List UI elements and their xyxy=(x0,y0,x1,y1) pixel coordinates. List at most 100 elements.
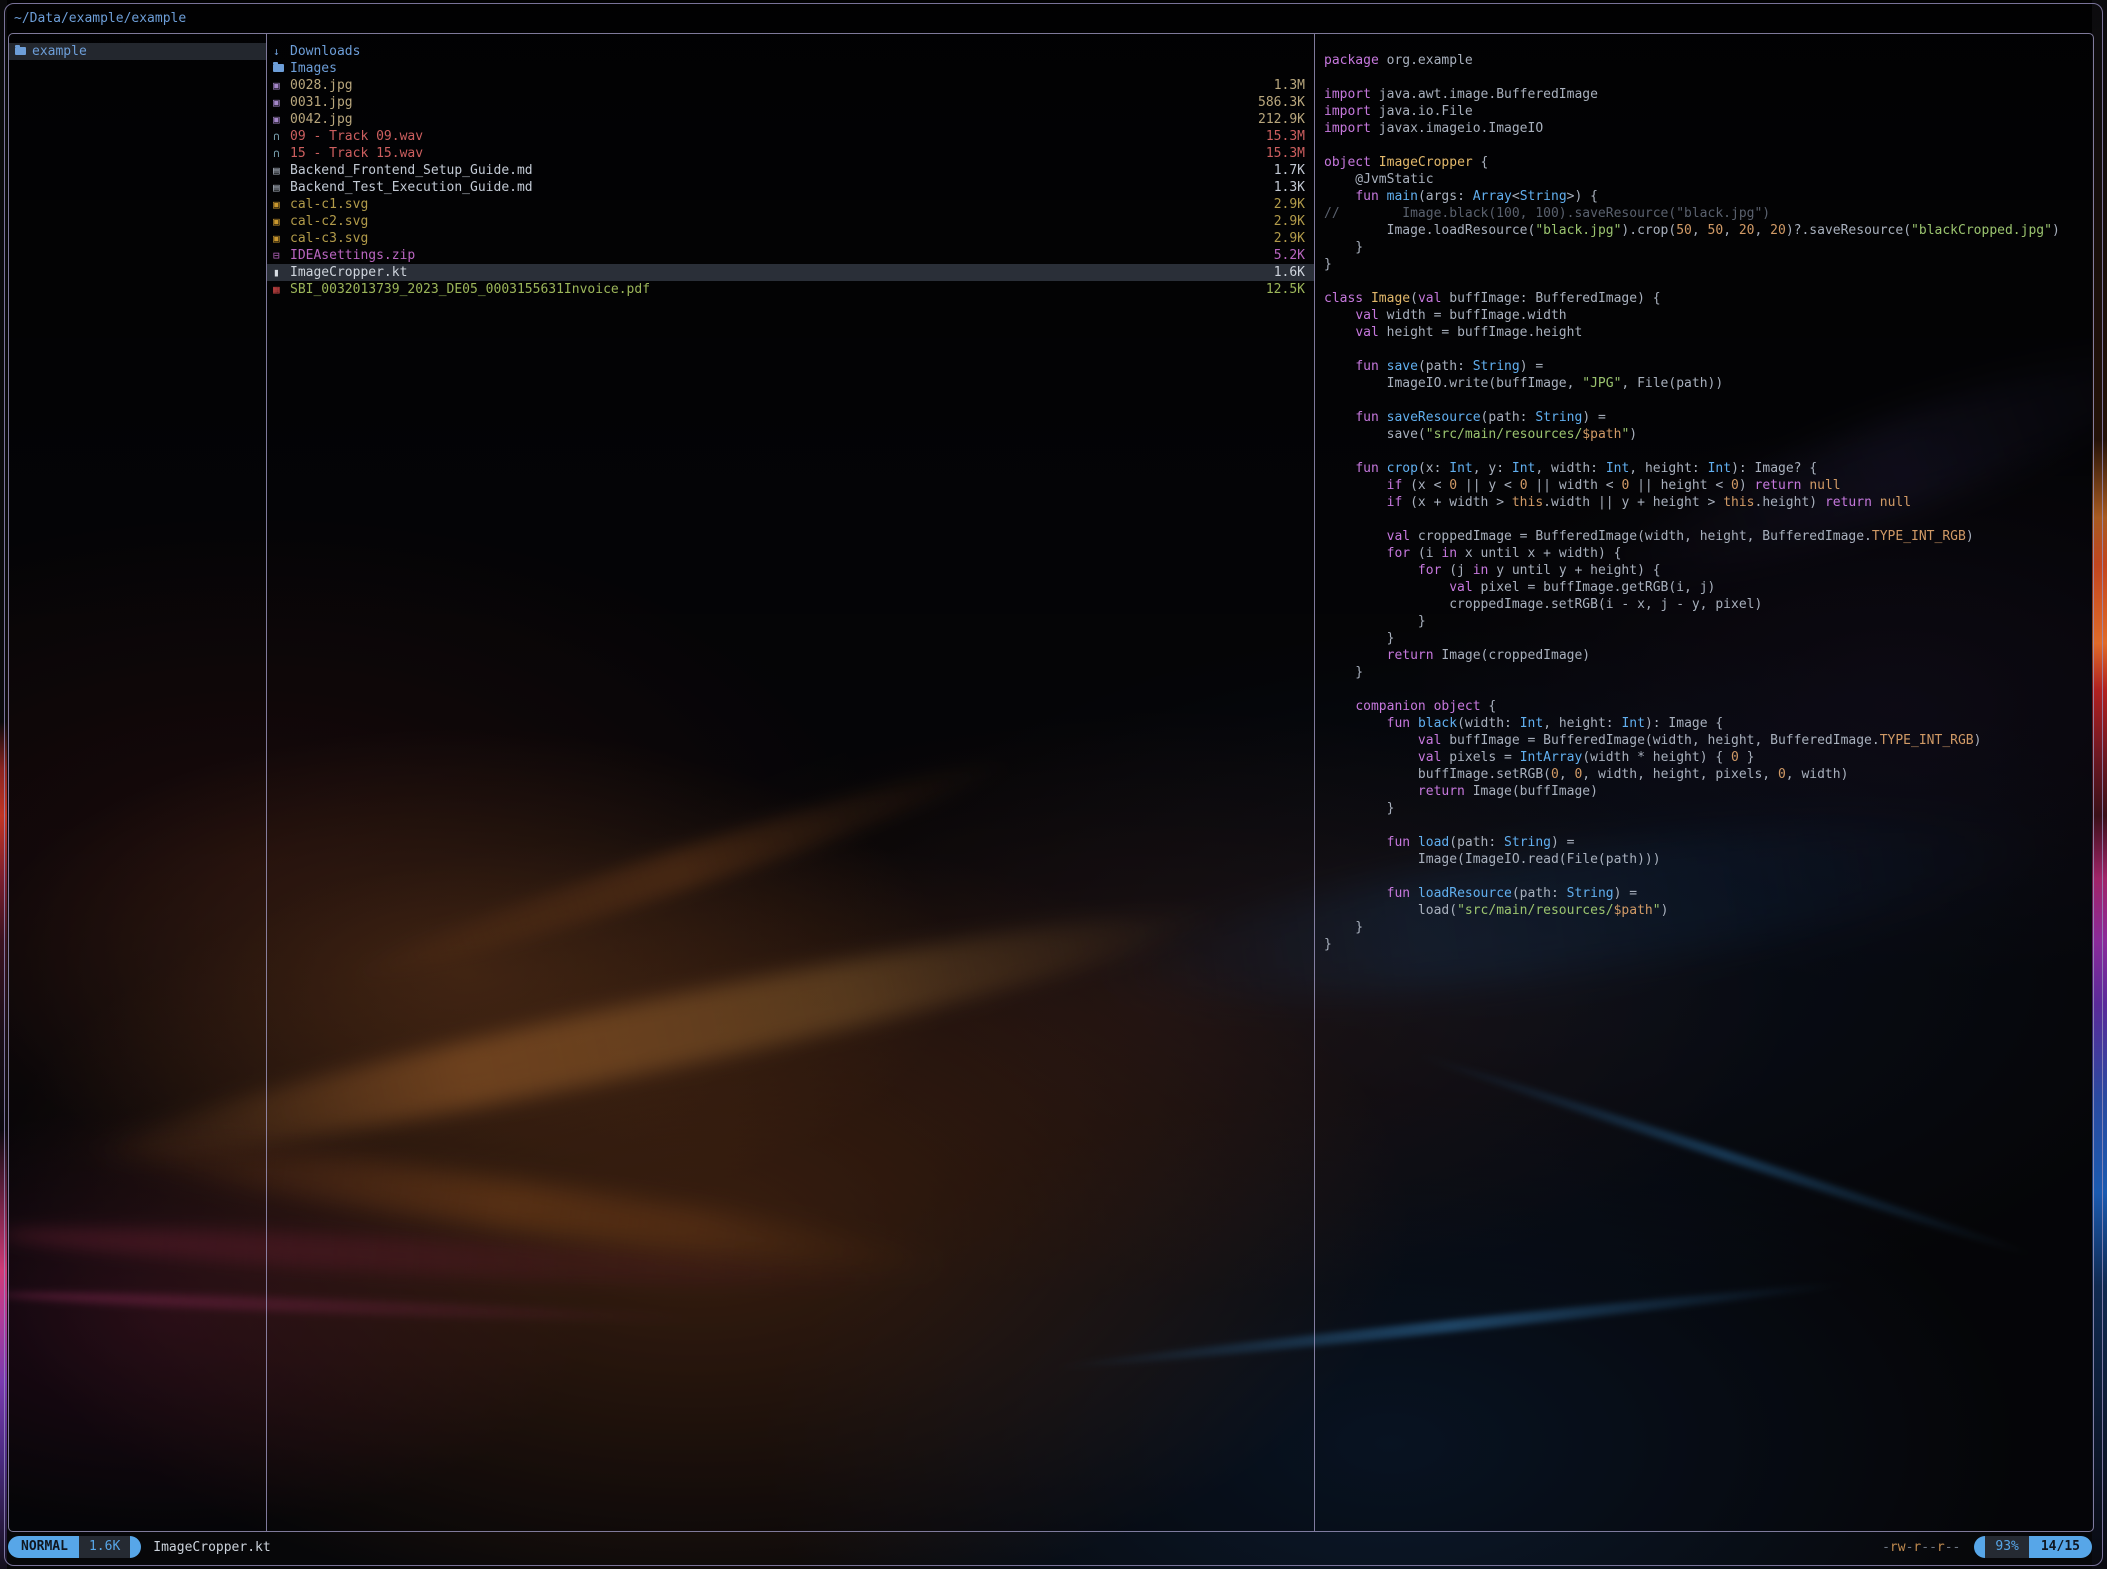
code-line: } xyxy=(1324,630,2093,647)
file-name: 0028.jpg xyxy=(290,77,1262,94)
file-row[interactable]: ⊟IDEAsettings.zip5.2K xyxy=(267,247,1314,264)
code-line xyxy=(1324,392,2093,409)
file-row[interactable]: ▣0042.jpg 212.9K xyxy=(267,111,1314,128)
file-row[interactable]: ▣cal-c2.svg2.9K xyxy=(267,213,1314,230)
code-line: import java.awt.image.BufferedImage xyxy=(1324,86,2093,103)
file-row[interactable]: Images xyxy=(267,60,1314,77)
file-row[interactable]: ▣0028.jpg 1.3M xyxy=(267,77,1314,94)
image-icon: ▣ xyxy=(273,213,290,230)
file-row[interactable]: ▣cal-c1.svg2.9K xyxy=(267,196,1314,213)
code-line: } xyxy=(1324,239,2093,256)
code-line: save("src/main/resources/$path") xyxy=(1324,426,2093,443)
code-line: val height = buffImage.height xyxy=(1324,324,2093,341)
code-line: import java.io.File xyxy=(1324,103,2093,120)
file-row[interactable]: ∩15 - Track 15.wav15.3M xyxy=(267,145,1314,162)
code-line: croppedImage.setRGB(i - x, j - y, pixel) xyxy=(1324,596,2093,613)
status-left-group: NORMAL 1.6K ImageCropper.kt xyxy=(8,1536,271,1558)
current-directory-pane[interactable]: ↓DownloadsImages▣0028.jpg1.3M▣0031.jpg58… xyxy=(266,34,1315,1531)
code-line: for (i in x until x + width) { xyxy=(1324,545,2093,562)
code-line: val buffImage = BufferedImage(width, hei… xyxy=(1324,732,2093,749)
code-line xyxy=(1324,341,2093,358)
folder-icon xyxy=(15,43,32,60)
audio-icon: ∩ xyxy=(273,145,290,162)
file-row[interactable]: ▣0031.jpg586.3K xyxy=(267,94,1314,111)
file-row[interactable]: ▣cal-c3.svg2.9K xyxy=(267,230,1314,247)
file-name: Backend_Test_Execution_Guide.md xyxy=(290,179,1262,196)
folder-download-icon: ↓ xyxy=(273,43,290,60)
file-row[interactable]: ▦SBI_0032013739_2023_DE05_0003155631Invo… xyxy=(267,281,1314,298)
code-line: if (x + width > this.width || y + height… xyxy=(1324,494,2093,511)
image-icon: ▣ xyxy=(273,94,290,111)
file-name: 15 - Track 15.wav xyxy=(290,145,1254,162)
code-line: val croppedImage = BufferedImage(width, … xyxy=(1324,528,2093,545)
code-line: Image(ImageIO.read(File(path))) xyxy=(1324,851,2093,868)
code-line xyxy=(1324,511,2093,528)
code-line: fun crop(x: Int, y: Int, width: Int, hei… xyxy=(1324,460,2093,477)
code-line: package org.example xyxy=(1324,52,2093,69)
current-path: ~/Data/example/example xyxy=(14,10,186,28)
code-line: } xyxy=(1324,800,2093,817)
code-line xyxy=(1324,273,2093,290)
powerline-cap-icon xyxy=(130,1536,141,1558)
code-line: object ImageCropper { xyxy=(1324,154,2093,171)
code-line: fun black(width: Int, height: Int): Imag… xyxy=(1324,715,2093,732)
file-name: IDEAsettings.zip xyxy=(290,247,1262,264)
status-right-group: -rw-r--r-- 93% 14/15 xyxy=(1882,1536,2092,1558)
code-line: } xyxy=(1324,664,2093,681)
audio-icon: ∩ xyxy=(273,128,290,145)
code-line: if (x < 0 || y < 0 || width < 0 || heigh… xyxy=(1324,477,2093,494)
scroll-percent: 93% xyxy=(1985,1536,2028,1558)
code-line: } xyxy=(1324,919,2093,936)
file-row[interactable]: ↓Downloads xyxy=(267,43,1314,60)
selected-file-name: ImageCropper.kt xyxy=(153,1540,270,1555)
code-line: val pixels = IntArray(width * height) { … xyxy=(1324,749,2093,766)
file-size: 586.3K xyxy=(1258,94,1305,111)
cursor-position: 14/15 xyxy=(2029,1536,2092,1558)
code-line: // Image.black(100, 100).saveResource("b… xyxy=(1324,205,2093,222)
image-icon: ▣ xyxy=(273,196,290,213)
code-line xyxy=(1324,69,2093,86)
file-name: 09 - Track 09.wav xyxy=(290,128,1254,145)
code-line: } xyxy=(1324,613,2093,630)
image-icon: ▣ xyxy=(273,230,290,247)
file-name: ImageCropper.kt xyxy=(290,264,1262,281)
file-size: 212.9K xyxy=(1258,111,1305,128)
file-row[interactable]: ▤Backend_Test_Execution_Guide.md1.3K xyxy=(267,179,1314,196)
code-line: } xyxy=(1324,256,2093,273)
file-permissions: -rw-r--r-- xyxy=(1882,1540,1960,1555)
file-name: example xyxy=(32,43,257,60)
file-name: 0042.jpg xyxy=(290,111,1246,128)
file-name: SBI_0032013739_2023_DE05_0003155631Invoi… xyxy=(290,281,1254,298)
code-line: import javax.imageio.ImageIO xyxy=(1324,120,2093,137)
file-name: Backend_Frontend_Setup_Guide.md xyxy=(290,162,1262,179)
code-line: ImageIO.write(buffImage, "JPG", File(pat… xyxy=(1324,375,2093,392)
code-line: val width = buffImage.width xyxy=(1324,307,2093,324)
file-row[interactable]: ∩09 - Track 09.wav15.3M xyxy=(267,128,1314,145)
code-line: return Image(buffImage) xyxy=(1324,783,2093,800)
image-icon: ▣ xyxy=(273,111,290,128)
file-size: 5.2K xyxy=(1274,247,1305,264)
code-line: load("src/main/resources/$path") xyxy=(1324,902,2093,919)
file-name: cal-c2.svg xyxy=(290,213,1262,230)
code-line: } xyxy=(1324,936,2093,953)
file-name: Downloads xyxy=(290,43,1305,60)
preview-pane[interactable]: package org.example import java.awt.imag… xyxy=(1315,34,2093,1531)
parent-directory-pane[interactable]: example xyxy=(9,34,266,1531)
wallpaper-right-edge xyxy=(2092,0,2107,1569)
code-line: @JvmStatic xyxy=(1324,171,2093,188)
file-row[interactable]: ▮ImageCropper.kt1.6K xyxy=(267,264,1314,281)
powerline-cap-icon xyxy=(1974,1536,1985,1558)
image-icon: ▣ xyxy=(273,77,290,94)
code-line xyxy=(1324,817,2093,834)
file-preview-code: package org.example import java.awt.imag… xyxy=(1315,43,2093,953)
file-size: 1.3K xyxy=(1274,179,1305,196)
file-name: Images xyxy=(290,60,1305,77)
file-row[interactable]: ▤Backend_Frontend_Setup_Guide.md1.7K xyxy=(267,162,1314,179)
file-size: 1.3M xyxy=(1274,77,1305,94)
code-line: return Image(croppedImage) xyxy=(1324,647,2093,664)
kotlin-file-icon: ▮ xyxy=(273,264,290,281)
code-line xyxy=(1324,868,2093,885)
code-line: fun loadResource(path: String) = xyxy=(1324,885,2093,902)
mode-indicator: NORMAL xyxy=(8,1536,79,1558)
parent-dir-row[interactable]: example xyxy=(9,43,266,60)
